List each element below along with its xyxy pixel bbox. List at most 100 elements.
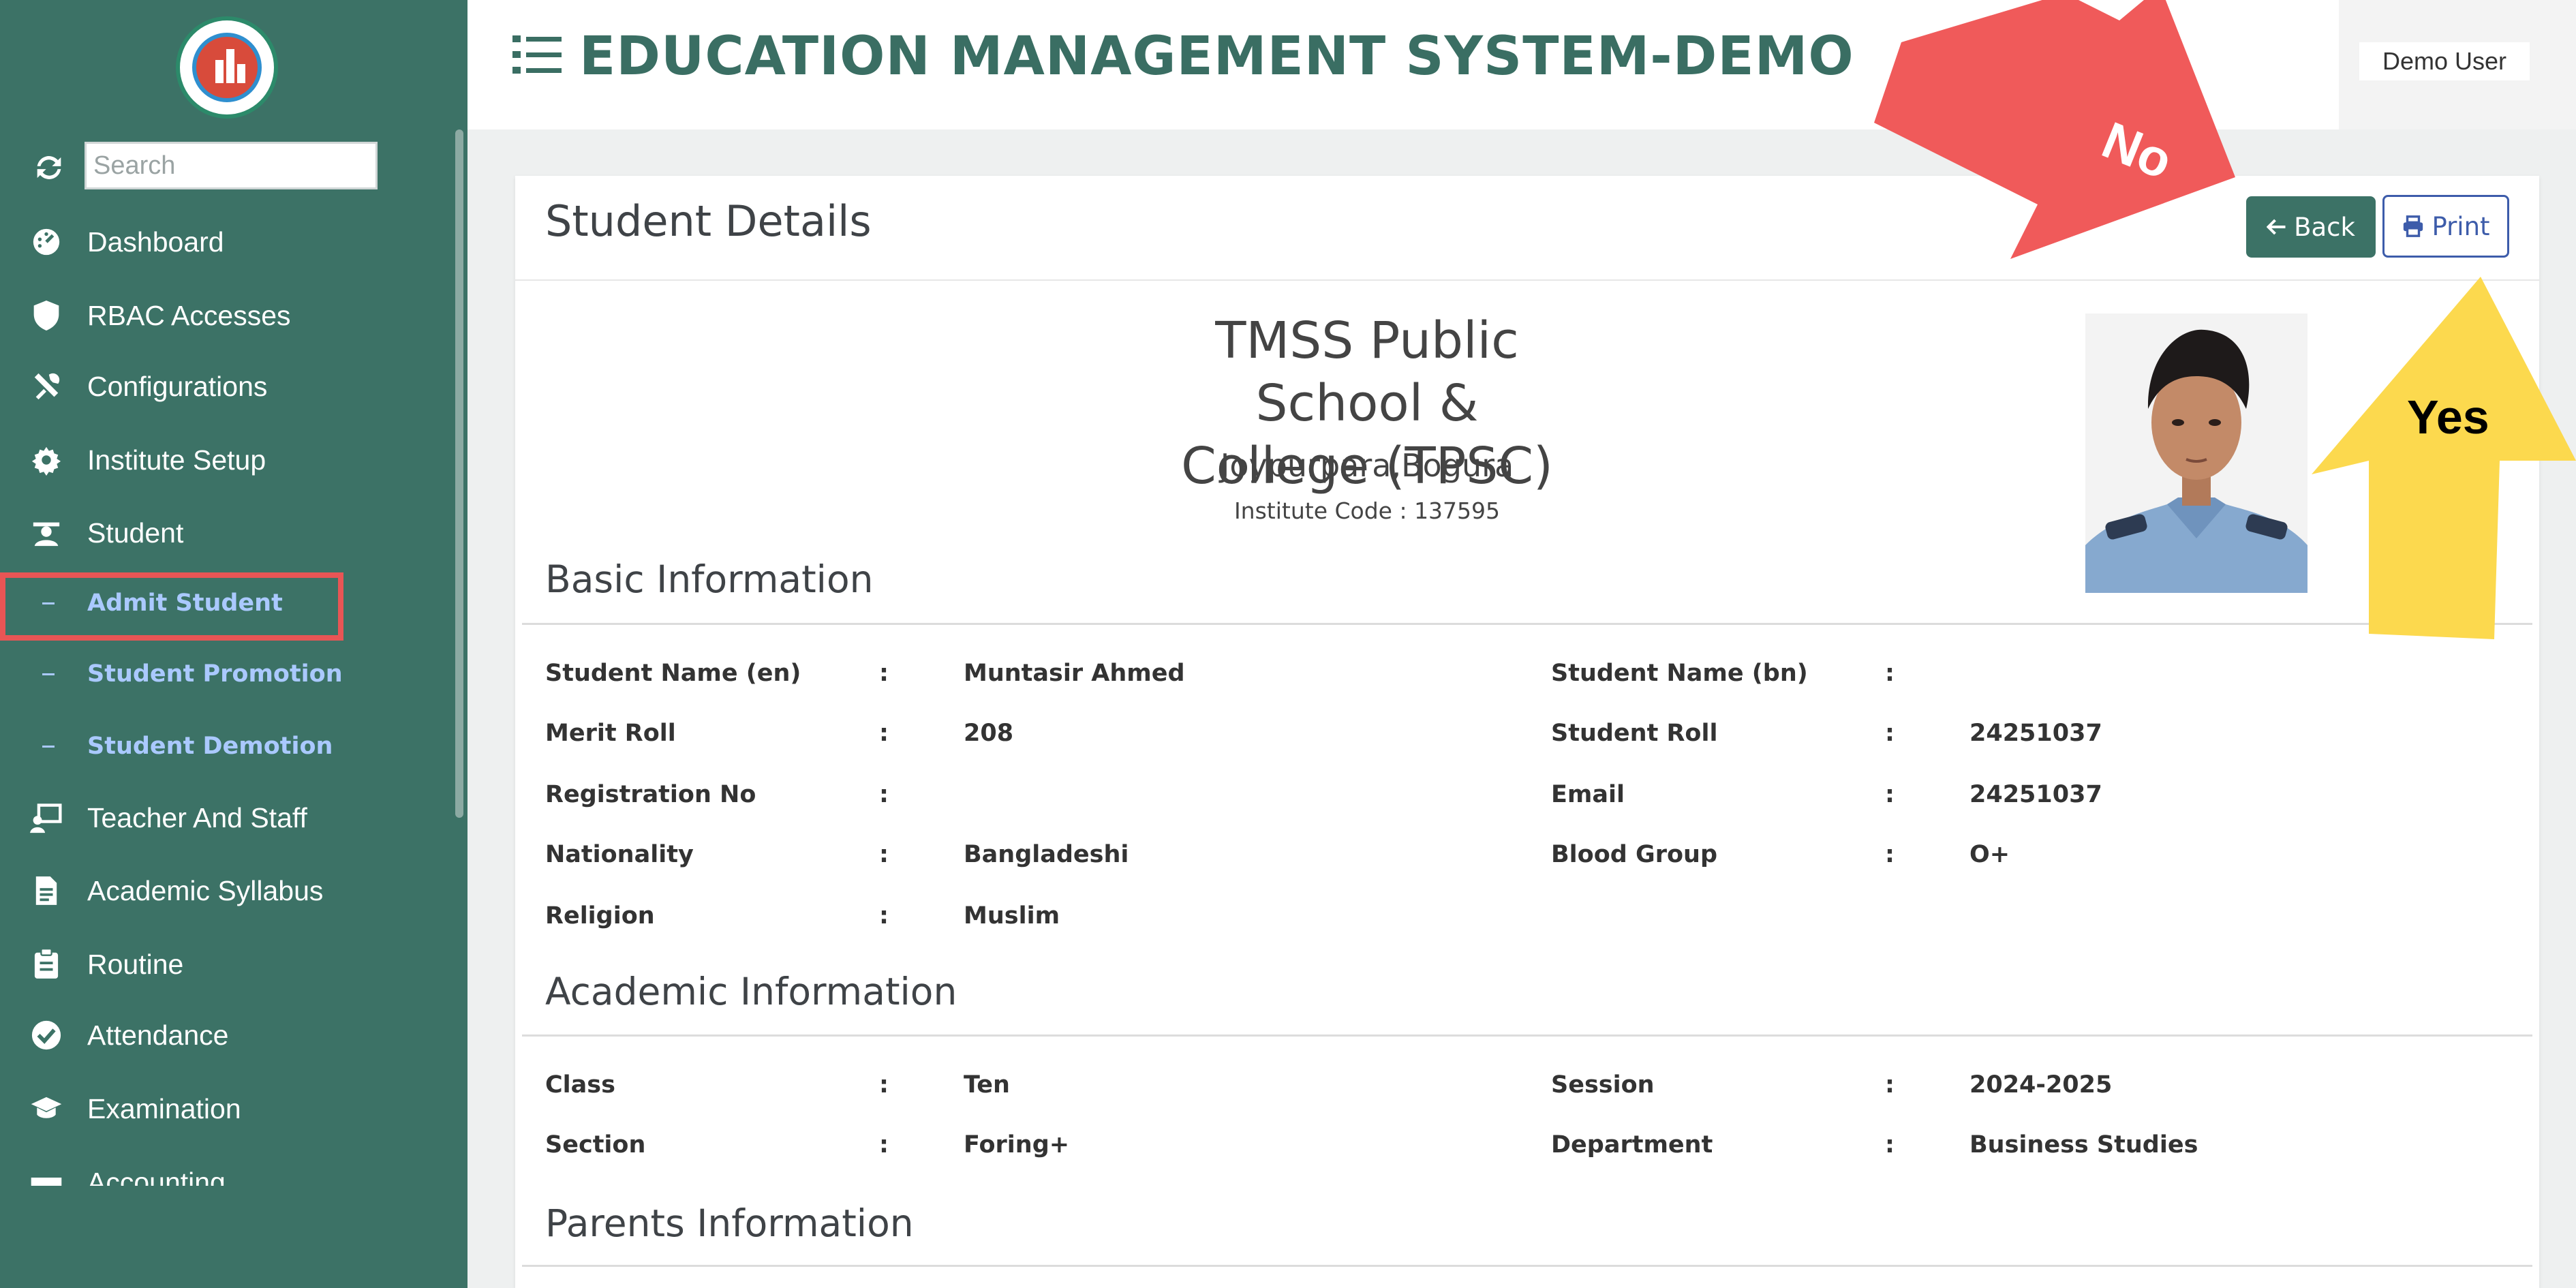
field-value: Bangladeshi xyxy=(964,841,1129,868)
app-title: EDUCATION MANAGEMENT SYSTEM-DEMO xyxy=(579,26,1854,87)
separator: : xyxy=(879,781,889,808)
field-label: Section xyxy=(545,1131,646,1159)
field-label: Merit Roll xyxy=(545,720,676,747)
dash-icon xyxy=(42,673,55,675)
check-circle-icon xyxy=(30,1019,63,1052)
print-button[interactable]: Print xyxy=(2382,195,2509,258)
sidebar-search-input[interactable] xyxy=(85,142,378,189)
teacher-icon xyxy=(30,801,63,834)
sidebar-item-configurations[interactable]: Configurations xyxy=(0,356,467,417)
separator: : xyxy=(1885,841,1895,868)
school-address: Joypurpara,Bogura xyxy=(1220,447,1514,484)
separator: : xyxy=(1885,1131,1895,1159)
field-value: Muslim xyxy=(964,902,1060,930)
document-icon xyxy=(30,874,63,907)
sidebar-item-academic-syllabus[interactable]: Academic Syllabus xyxy=(0,860,467,921)
admit-student-highlight xyxy=(0,572,343,641)
institute-code: Institute Code : 137595 xyxy=(1233,497,1501,524)
field-label: Class xyxy=(545,1071,615,1099)
separator: : xyxy=(1885,660,1895,687)
field-label: Student Roll xyxy=(1551,720,1718,747)
back-button[interactable]: Back xyxy=(2246,196,2376,258)
dash-icon xyxy=(42,745,55,748)
gear-icon xyxy=(30,444,63,476)
field-value: O+ xyxy=(1969,841,2010,868)
sidebar-item-label: Academic Syllabus xyxy=(87,874,324,906)
printer-icon xyxy=(2404,215,2423,237)
field-value: 2024-2025 xyxy=(1969,1071,2113,1099)
separator: : xyxy=(879,660,889,687)
field-label: Registration No xyxy=(545,781,756,808)
menu-icon[interactable] xyxy=(512,34,562,75)
sidebar-subitem-student-demotion[interactable]: Student Demotion xyxy=(0,716,467,777)
field-label: Student Name (bn) xyxy=(1551,660,1808,687)
user-menu-button[interactable]: Demo User xyxy=(2359,42,2530,80)
separator: : xyxy=(879,902,889,930)
sidebar-item-label: Teacher And Staff xyxy=(87,801,307,833)
divider xyxy=(515,279,2539,281)
field-value: Ten xyxy=(964,1071,1010,1099)
field-label: Religion xyxy=(545,902,655,930)
sidebar-item-label: Routine xyxy=(87,948,184,980)
sidebar-item-label: Attendance xyxy=(87,1019,229,1051)
field-value: 24251037 xyxy=(1969,720,2102,747)
field-label: Nationality xyxy=(545,841,694,868)
sidebar-subitem-label: Student Demotion xyxy=(87,733,333,760)
student-photo xyxy=(2085,313,2307,593)
separator: : xyxy=(1885,781,1895,808)
sidebar-item-rbac[interactable]: RBAC Accesses xyxy=(0,285,467,346)
field-value: 208 xyxy=(964,720,1014,747)
sidebar-subitem-student-promotion[interactable]: Student Promotion xyxy=(0,643,467,705)
sidebar-item-label: Configurations xyxy=(87,370,268,402)
accounting-icon xyxy=(30,1169,63,1186)
school-name-line1: TMSS Public School & xyxy=(1215,311,1519,433)
clipboard-icon xyxy=(30,948,63,981)
sidebar-item-teacher-staff[interactable]: Teacher And Staff xyxy=(0,787,467,848)
field-label: Department xyxy=(1551,1131,1713,1159)
section-title-basic: Basic Information xyxy=(545,557,874,601)
separator: : xyxy=(879,841,889,868)
sidebar-item-examination[interactable]: Examination xyxy=(0,1078,467,1139)
field-value: Muntasir Ahmed xyxy=(964,660,1185,687)
divider xyxy=(522,1265,2532,1267)
student-icon xyxy=(30,517,63,549)
field-value: 24251037 xyxy=(1969,781,2102,808)
field-label: Student Name (en) xyxy=(545,660,801,687)
refresh-icon[interactable] xyxy=(31,150,67,185)
sidebar-item-routine[interactable]: Routine xyxy=(0,934,467,995)
field-label: Email xyxy=(1551,781,1625,808)
shield-icon xyxy=(30,299,63,332)
sidebar-item-label: Dashboard xyxy=(87,226,224,258)
top-bar: EDUCATION MANAGEMENT SYSTEM-DEMO Demo Us… xyxy=(467,0,2576,129)
separator: : xyxy=(1885,1071,1895,1099)
sidebar-item-student[interactable]: Student xyxy=(0,502,467,564)
institute-logo xyxy=(176,16,278,119)
sidebar-item-label: RBAC Accesses xyxy=(87,299,291,331)
sidebar-item-dashboard[interactable]: Dashboard xyxy=(0,211,467,273)
field-label: Session xyxy=(1551,1071,1655,1099)
sidebar-subitem-label: Student Promotion xyxy=(87,660,343,688)
sidebar: Dashboard RBAC Accesses Configurations I… xyxy=(0,0,467,1288)
section-title-parents: Parents Information xyxy=(545,1201,914,1245)
arrow-left-icon xyxy=(2267,219,2286,235)
sidebar-item-attendance[interactable]: Attendance xyxy=(0,1005,467,1066)
sidebar-item-accounting[interactable]: Accounting xyxy=(0,1152,467,1186)
graduation-cap-icon xyxy=(30,1092,63,1125)
sidebar-item-institute-setup[interactable]: Institute Setup xyxy=(0,429,467,491)
back-button-label: Back xyxy=(2294,212,2355,242)
separator: : xyxy=(879,720,889,747)
field-label: Blood Group xyxy=(1551,841,1718,868)
page-title: Student Details xyxy=(545,196,872,246)
sidebar-item-label: Student xyxy=(87,517,184,549)
divider xyxy=(522,623,2532,625)
sidebar-item-label: Examination xyxy=(87,1092,241,1124)
separator: : xyxy=(1885,720,1895,747)
sidebar-item-label: Accounting xyxy=(87,1167,226,1186)
field-value: Foring+ xyxy=(964,1131,1070,1159)
field-value: Business Studies xyxy=(1969,1131,2198,1159)
section-title-academic: Academic Information xyxy=(545,970,957,1013)
print-button-label: Print xyxy=(2432,211,2490,241)
separator: : xyxy=(879,1131,889,1159)
sidebar-item-label: Institute Setup xyxy=(87,444,266,476)
tools-icon xyxy=(30,370,63,403)
